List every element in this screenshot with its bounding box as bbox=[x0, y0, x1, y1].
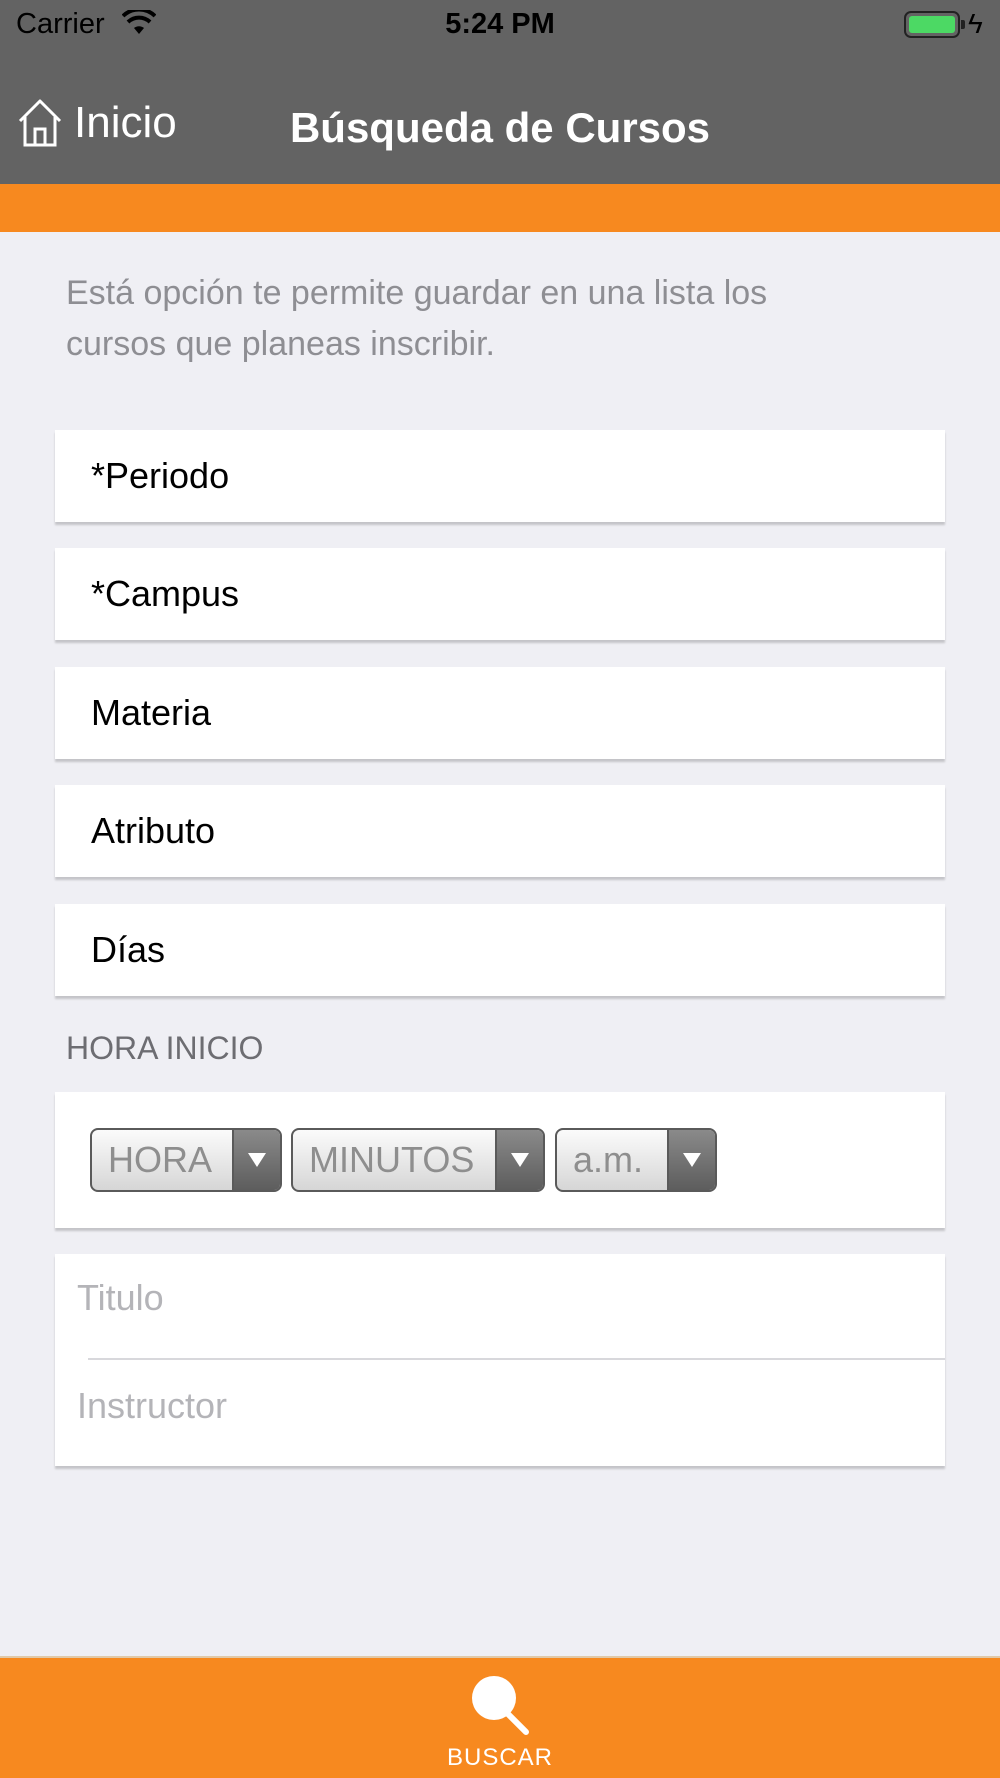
dropdown-arrow-icon bbox=[495, 1130, 543, 1190]
dropdown-arrow-icon bbox=[232, 1130, 280, 1190]
atributo-label: Atributo bbox=[91, 810, 216, 851]
hour-select-value: HORA bbox=[108, 1139, 213, 1180]
charging-bolt-icon: ϟ bbox=[968, 8, 983, 39]
instructor-input[interactable] bbox=[77, 1376, 937, 1436]
hour-select[interactable]: HORA bbox=[90, 1128, 282, 1192]
ampm-select-value: a.m. bbox=[573, 1139, 644, 1180]
input-divider bbox=[88, 1358, 945, 1360]
status-time: 5:24 PM bbox=[445, 8, 555, 40]
dias-field[interactable]: Días bbox=[55, 904, 945, 996]
minutes-select-value: MINUTOS bbox=[309, 1139, 475, 1180]
page-title: Búsqueda de Cursos bbox=[289, 104, 711, 151]
battery-tip bbox=[961, 20, 965, 29]
dias-label: Días bbox=[91, 929, 166, 970]
periodo-label: *Periodo bbox=[91, 455, 230, 496]
campus-field[interactable]: *Campus bbox=[55, 548, 945, 640]
ampm-select[interactable]: a.m. bbox=[555, 1128, 717, 1192]
titulo-input[interactable] bbox=[77, 1268, 937, 1328]
materia-field[interactable]: Materia bbox=[55, 667, 945, 759]
search-icon bbox=[472, 1676, 529, 1735]
status-bar: Carrier 5:24 PM ϟ bbox=[0, 0, 1000, 52]
search-button[interactable]: BUSCAR bbox=[0, 1670, 1000, 1772]
hora-inicio-label: HORA INICIO bbox=[66, 1030, 264, 1066]
dropdown-arrow-icon bbox=[667, 1130, 715, 1190]
campus-label: *Campus bbox=[91, 573, 240, 614]
bottom-tab-bar: BUSCAR bbox=[0, 1656, 1000, 1778]
intro-text: Está opción te permite guardar en una li… bbox=[66, 274, 768, 363]
atributo-field[interactable]: Atributo bbox=[55, 785, 945, 877]
start-time-card: HORA MINUTOS a.m. bbox=[55, 1092, 945, 1228]
minutes-select[interactable]: MINUTOS bbox=[291, 1128, 545, 1192]
navigation-bar: Carrier 5:24 PM ϟ Inicio Búsqueda de Cur… bbox=[0, 0, 1000, 184]
search-label: BUSCAR bbox=[446, 1744, 554, 1771]
course-search-screen: Carrier 5:24 PM ϟ Inicio Búsqueda de Cur… bbox=[0, 0, 1000, 1778]
periodo-field[interactable]: *Periodo bbox=[55, 430, 945, 522]
battery-icon bbox=[904, 11, 960, 38]
text-inputs-card bbox=[55, 1254, 945, 1466]
accent-strip bbox=[0, 184, 1000, 232]
materia-label: Materia bbox=[91, 692, 212, 733]
